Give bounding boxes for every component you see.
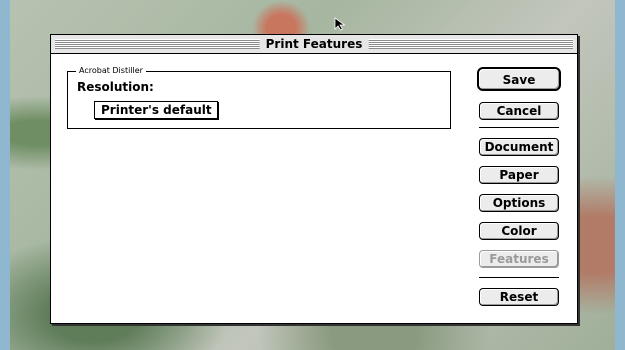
resolution-popup[interactable]: Printer's default: [94, 101, 218, 119]
cancel-button[interactable]: Cancel: [479, 102, 559, 120]
button-divider: [479, 127, 559, 128]
acrobat-distiller-group: Acrobat Distiller Resolution: Printer's …: [67, 65, 451, 129]
print-features-dialog: Print Features Acrobat Distiller Resolut…: [50, 34, 578, 324]
resolution-label: Resolution:: [77, 80, 154, 94]
features-button: Features: [479, 250, 559, 268]
color-button[interactable]: Color: [479, 222, 559, 240]
title-bar[interactable]: Print Features: [51, 35, 577, 54]
document-button[interactable]: Document: [479, 138, 559, 156]
paper-button[interactable]: Paper: [479, 166, 559, 184]
save-button[interactable]: Save: [477, 67, 561, 91]
options-button[interactable]: Options: [479, 194, 559, 212]
arrow-cursor-icon: [334, 17, 346, 31]
dialog-title: Print Features: [259, 36, 369, 52]
reset-button[interactable]: Reset: [479, 288, 559, 306]
button-divider: [479, 277, 559, 278]
group-label: Acrobat Distiller: [76, 65, 146, 77]
